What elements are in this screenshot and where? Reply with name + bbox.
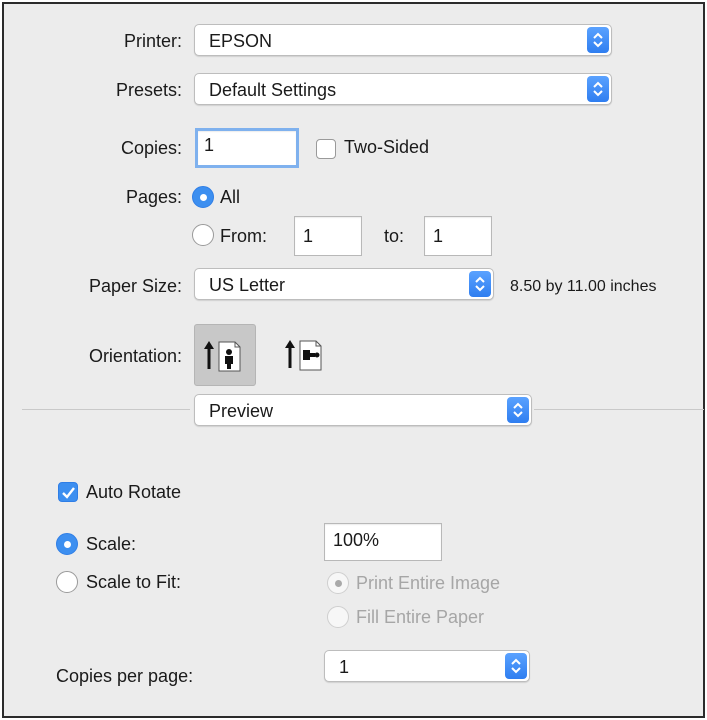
printer-popup[interactable]: EPSON [194,24,612,56]
pages-to-input[interactable]: 1 [424,216,492,256]
landscape-icon [285,340,322,371]
presets-popup[interactable]: Default Settings [194,73,612,105]
checkmark-icon [62,487,75,499]
paper-size-value: US Letter [209,275,286,295]
pages-to-value: 1 [433,226,444,246]
pages-label: Pages: [125,187,182,207]
copies-per-page-value: 1 [339,657,350,677]
orientation-portrait-button[interactable] [194,324,256,386]
pages-all-label: All [220,187,241,207]
separator-right [534,409,704,410]
print-dialog: Printer: EPSON Presets: Default Settings… [2,2,705,718]
copies-value: 1 [204,135,215,155]
scale-label: Scale: [86,534,137,554]
chevron-updown-icon [505,653,527,679]
copies-label: Copies: [120,138,182,158]
paper-size-popup[interactable]: US Letter [194,268,494,300]
pages-from-label: From: [220,226,267,246]
chevron-updown-icon [507,397,529,423]
fill-entire-paper-radio[interactable] [327,606,349,628]
pages-from-input[interactable]: 1 [294,216,362,256]
pages-to-label: to: [384,226,405,246]
copies-per-page-popup[interactable]: 1 [324,650,530,682]
copies-per-page-label: Copies per page: [56,666,194,686]
pages-from-value: 1 [303,226,314,246]
orientation-landscape-button[interactable] [278,324,340,386]
fill-entire-paper-label: Fill Entire Paper [356,607,485,627]
orientation-label: Orientation: [88,346,182,366]
scale-radio[interactable] [56,533,78,555]
chevron-updown-icon [587,27,609,53]
auto-rotate-label: Auto Rotate [86,482,182,502]
two-sided-label: Two-Sided [344,137,430,157]
chevron-updown-icon [587,76,609,102]
copies-input[interactable]: 1 [195,128,299,168]
presets-value: Default Settings [209,80,337,100]
separator-left [22,409,190,410]
section-value: Preview [209,401,274,421]
printer-value: EPSON [209,31,273,51]
scale-value: 100% [333,530,380,550]
two-sided-checkbox[interactable] [316,139,336,159]
print-entire-image-label: Print Entire Image [356,573,501,593]
paper-dimensions: 8.50 by 11.00 inches [510,278,657,295]
scale-input[interactable]: 100% [324,523,442,561]
portrait-icon [204,341,241,372]
print-entire-image-radio[interactable] [327,572,349,594]
section-popup[interactable]: Preview [194,394,532,426]
scale-to-fit-label: Scale to Fit: [86,572,182,592]
pages-from-radio[interactable] [192,224,214,246]
presets-label: Presets: [115,80,182,100]
paper-size-label: Paper Size: [88,276,182,296]
auto-rotate-checkbox[interactable] [58,482,78,502]
printer-label: Printer: [123,31,182,51]
chevron-updown-icon [469,271,491,297]
scale-to-fit-radio[interactable] [56,571,78,593]
pages-all-radio[interactable] [192,186,214,208]
